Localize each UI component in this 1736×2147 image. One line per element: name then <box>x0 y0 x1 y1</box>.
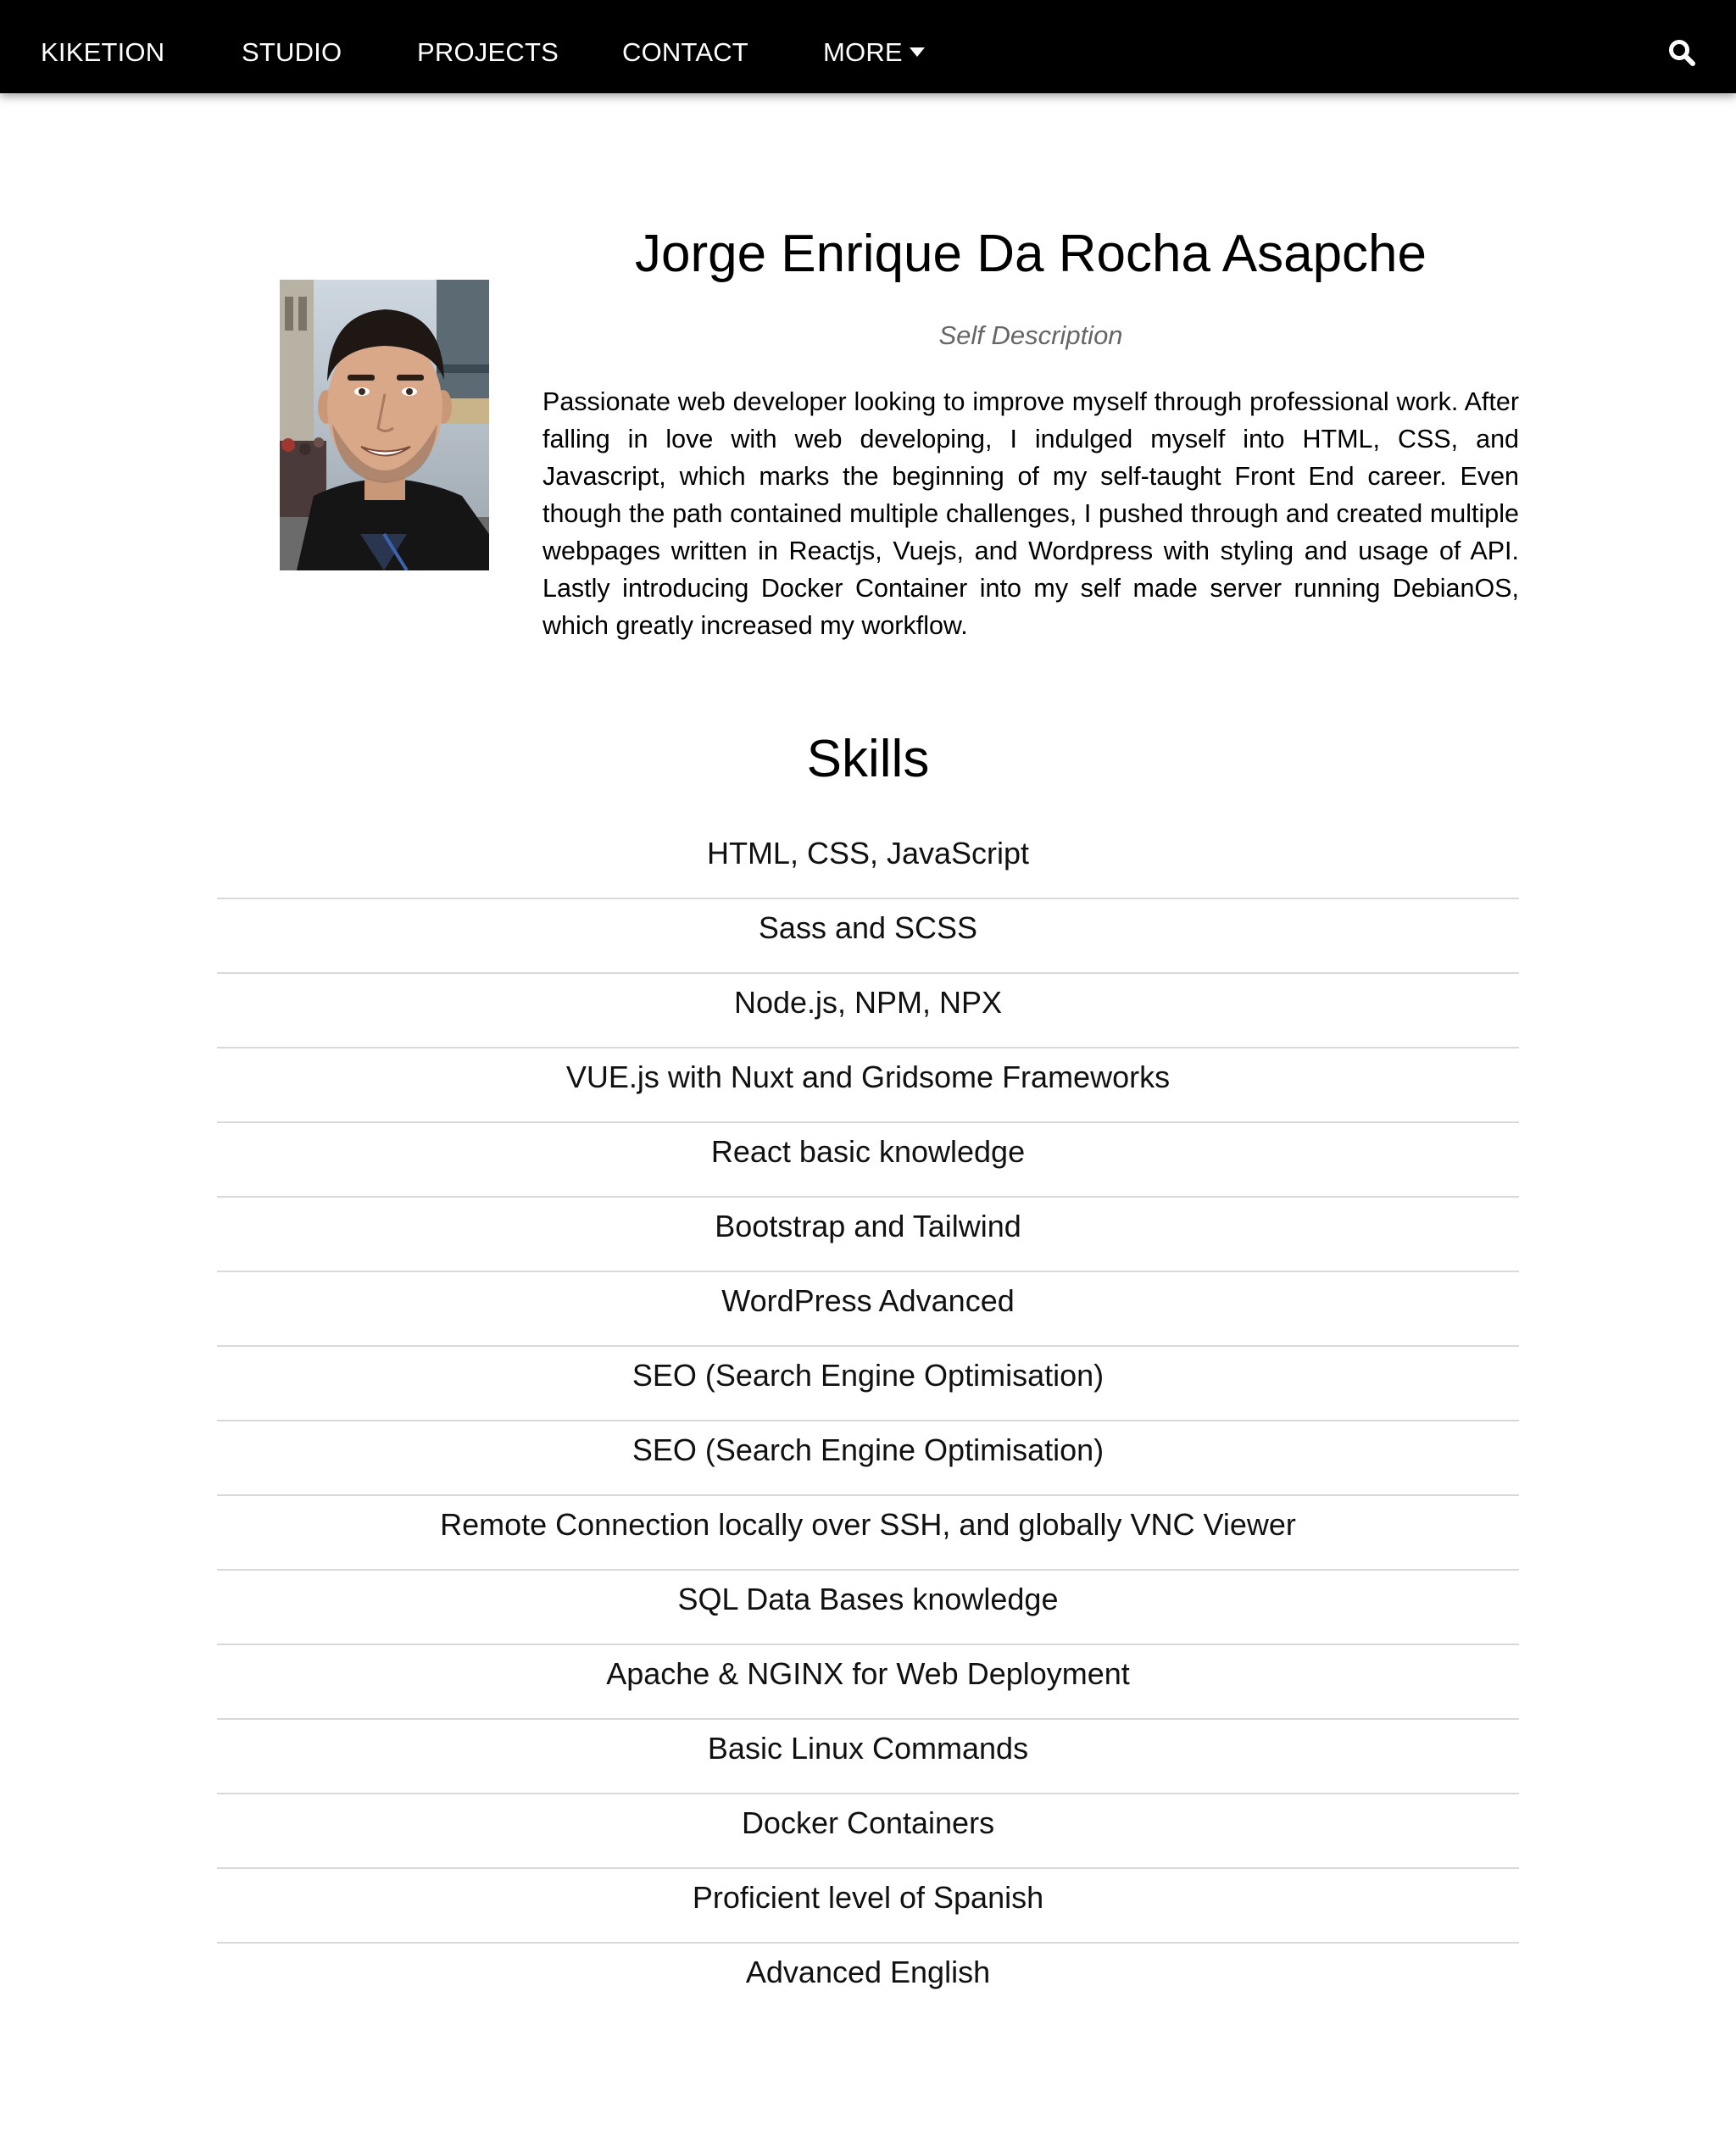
nav-item-more-label: MORE <box>823 37 903 67</box>
skill-item: Advanced English <box>745 1955 991 1989</box>
skill-item: Docker Containers <box>217 1794 1519 1869</box>
skill-item: SQL Data Bases knowledge <box>217 1571 1519 1645</box>
nav-item-kiketion[interactable]: KIKETION <box>41 0 164 93</box>
skill-item: Basic Linux Commands <box>217 1720 1519 1794</box>
top-navbar: KIKETION STUDIO PROJECTS CONTACT MORE <box>0 0 1736 93</box>
nav-item-projects[interactable]: PROJECTS <box>417 0 559 93</box>
skill-item: Node.js, NPM, NPX <box>217 974 1519 1048</box>
skill-item: VUE.js with Nuxt and Gridsome Frameworks <box>217 1048 1519 1123</box>
nav-item-contact[interactable]: CONTACT <box>622 0 748 93</box>
skill-item: WordPress Advanced <box>217 1272 1519 1347</box>
caret-down-icon <box>909 47 925 57</box>
skill-item: Proficient level of Spanish <box>217 1869 1519 1944</box>
skill-item: Remote Connection locally over SSH, and … <box>217 1496 1519 1571</box>
skill-item: Bootstrap and Tailwind <box>217 1198 1519 1272</box>
profile-photo <box>280 280 489 570</box>
skill-item: SEO (Search Engine Optimisation) <box>217 1421 1519 1496</box>
profile-name: Jorge Enrique Da Rocha Asapche <box>634 225 1427 283</box>
skill-item: HTML, CSS, JavaScript <box>217 825 1519 899</box>
skill-item: Sass and SCSS <box>217 899 1519 974</box>
skills-list: HTML, CSS, JavaScript Sass and SCSS Node… <box>217 825 1519 2018</box>
search-icon[interactable] <box>1667 38 1696 67</box>
skill-item: Apache & NGINX for Web Deployment <box>217 1645 1519 1720</box>
nav-item-studio[interactable]: STUDIO <box>242 0 342 93</box>
skills-heading: Skills <box>806 730 930 788</box>
self-description-text: Passionate web developer looking to impr… <box>542 387 1519 640</box>
skill-item: SEO (Search Engine Optimisation) <box>217 1347 1519 1421</box>
self-description-subtitle: Self Description <box>938 320 1123 350</box>
nav-item-more[interactable]: MORE <box>823 0 925 93</box>
skill-item: React basic knowledge <box>217 1123 1519 1198</box>
